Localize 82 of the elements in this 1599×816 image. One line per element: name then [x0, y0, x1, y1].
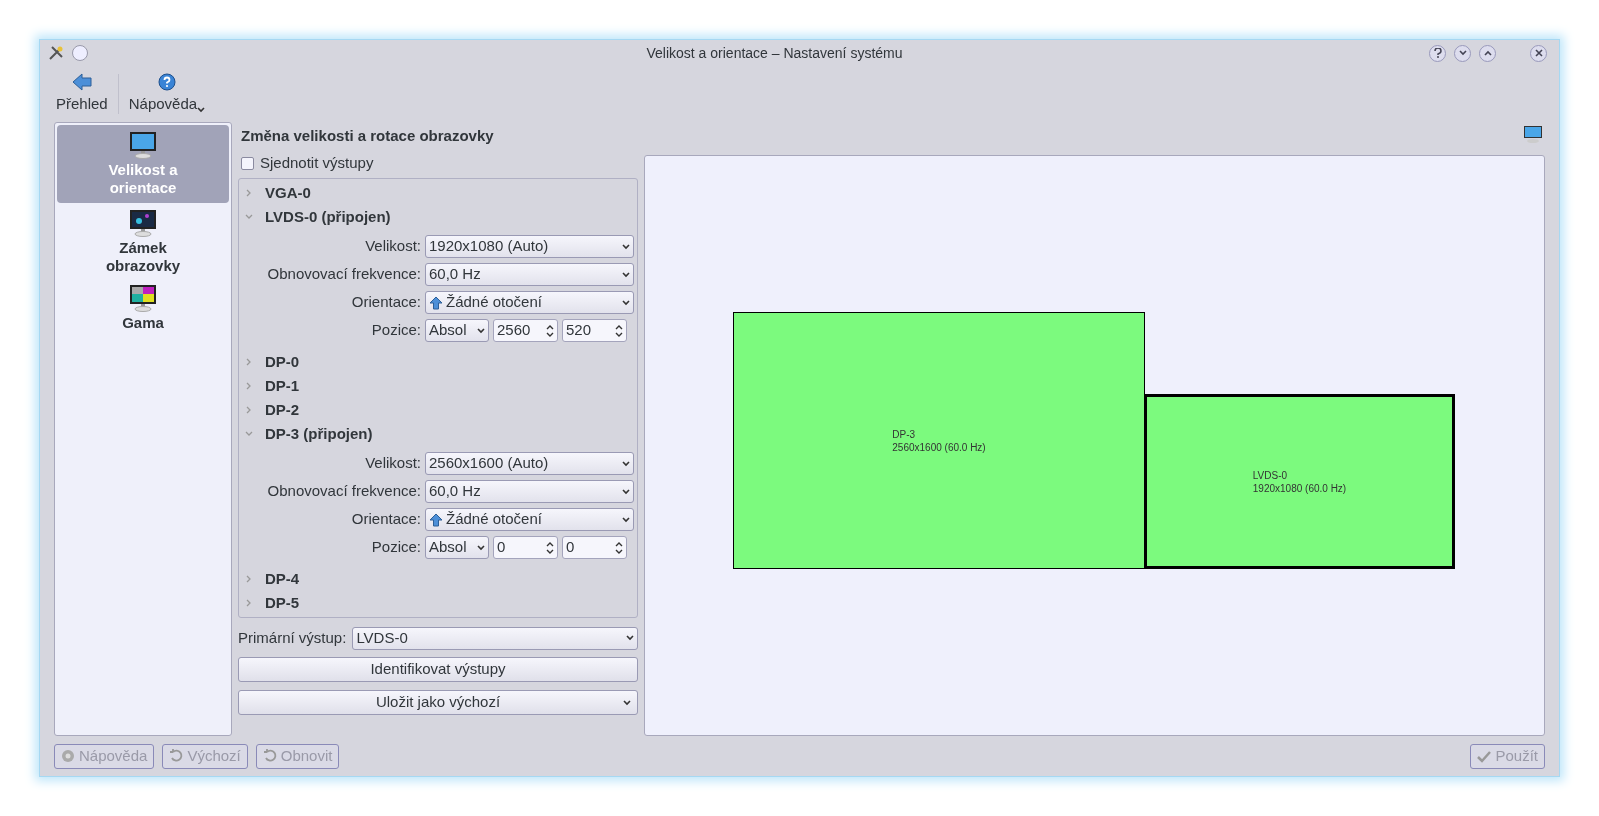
question-mark-icon	[1433, 48, 1442, 58]
output-name[interactable]: DP-4	[265, 567, 300, 591]
output-rectangle[interactable]: LVDS-0 1920x1080 (60.0 Hz)	[1144, 394, 1455, 569]
field-label: Primární výstup:	[238, 627, 347, 648]
output-label: DP-3	[892, 427, 917, 441]
sidebar-item[interactable]: Gama	[57, 278, 229, 335]
spin-arrows-icon	[615, 324, 623, 337]
field-label: Pozice:	[370, 537, 421, 558]
output-name[interactable]: DP-2	[265, 398, 300, 422]
monitor-icon	[127, 207, 159, 237]
dropdown[interactable]: LVDS-0	[352, 626, 638, 650]
back-button[interactable]: Přehled	[54, 66, 110, 122]
spin-arrows-icon	[546, 541, 554, 554]
monitor-icon	[1523, 124, 1543, 144]
undo-icon	[169, 749, 184, 763]
output-name[interactable]: VGA-0	[265, 181, 311, 205]
spin-box[interactable]: 0	[562, 536, 627, 559]
output-name[interactable]: DP-5	[265, 591, 300, 615]
check-icon	[1477, 749, 1492, 763]
close-button[interactable]	[1530, 44, 1547, 62]
dropdown[interactable]: Žádné otočení	[425, 291, 634, 314]
spin-box[interactable]: 2560	[493, 319, 558, 342]
dropdown[interactable]: 60,0 Hz	[425, 480, 634, 503]
output-mode: 2560x1600 (60.0 Hz)	[892, 440, 986, 454]
field-label: Orientace:	[350, 292, 421, 313]
output-name[interactable]: DP-1	[265, 374, 300, 398]
dropdown[interactable]: 2560x1600 (Auto)	[425, 452, 634, 475]
lifebuoy-icon	[61, 749, 75, 763]
caret-icon	[623, 700, 631, 706]
spin-arrows-icon	[615, 541, 623, 554]
identify-button[interactable]: Identifikovat výstupy	[238, 657, 638, 682]
back-arrow-icon	[71, 72, 92, 91]
help-menu-button[interactable]: Nápověda	[126, 66, 208, 122]
dropdown[interactable]: 60,0 Hz	[425, 263, 634, 286]
checkbox-label: Sjednotit výstupy	[260, 152, 374, 173]
caret-icon	[477, 544, 485, 551]
caret-icon	[622, 516, 630, 523]
caret-icon	[622, 460, 630, 467]
caret-icon	[626, 635, 634, 641]
dropdown[interactable]: Absol	[425, 536, 489, 559]
output-mode: 1920x1080 (60.0 Hz)	[1252, 481, 1347, 495]
field-label: Pozice:	[370, 320, 421, 341]
caret-icon	[622, 243, 630, 250]
minimize-button[interactable]	[1454, 44, 1471, 62]
window-title: Velikost a orientace – Nastavení systému	[645, 43, 904, 63]
caret-icon	[197, 107, 206, 114]
close-icon	[1534, 49, 1543, 57]
caret-icon	[622, 271, 630, 278]
maximize-button[interactable]	[1479, 44, 1496, 62]
chevron-down-icon	[1458, 50, 1467, 56]
field-label: Obnovovací frekvence:	[266, 481, 421, 502]
help-icon	[157, 72, 176, 91]
monitor-icon	[127, 129, 159, 159]
undo-icon	[262, 749, 277, 763]
field-label: Velikost:	[364, 453, 421, 474]
caret-icon	[477, 327, 485, 334]
output-name[interactable]: DP-3 (připojen)	[265, 422, 373, 446]
checkbox[interactable]	[241, 156, 254, 170]
output-label: LVDS-0	[1252, 468, 1289, 482]
up-arrow-icon	[429, 512, 443, 527]
section-heading: Změna velikosti a rotace obrazovky	[240, 125, 495, 146]
tools-icon[interactable]	[48, 45, 64, 61]
spin-box[interactable]: 0	[493, 536, 558, 559]
field-label: Orientace:	[350, 509, 421, 530]
output-name[interactable]: DP-0	[265, 350, 300, 374]
caret-icon	[622, 488, 630, 495]
dropdown[interactable]: 1920x1080 (Auto)	[425, 235, 634, 258]
spin-arrows-icon	[546, 324, 554, 337]
color-monitor-icon	[127, 282, 159, 312]
output-rectangle[interactable]: DP-3 2560x1600 (60.0 Hz)	[733, 312, 1145, 569]
output-name[interactable]: LVDS-0 (připojen)	[265, 205, 391, 229]
up-arrow-icon	[429, 295, 443, 310]
menu-button[interactable]: Uložit jako výchozí	[238, 690, 638, 715]
dropdown[interactable]: Žádné otočení	[425, 508, 634, 531]
sidebar-item[interactable]: Zámek obrazovky	[57, 203, 229, 278]
dropdown[interactable]: Absol	[425, 319, 489, 342]
help-button[interactable]	[1429, 44, 1446, 62]
caret-icon	[622, 299, 630, 306]
spin-box[interactable]: 520	[562, 319, 627, 342]
field-label: Velikost:	[364, 236, 421, 257]
field-label: Obnovovací frekvence:	[266, 264, 421, 285]
chevron-up-icon	[1483, 50, 1492, 56]
